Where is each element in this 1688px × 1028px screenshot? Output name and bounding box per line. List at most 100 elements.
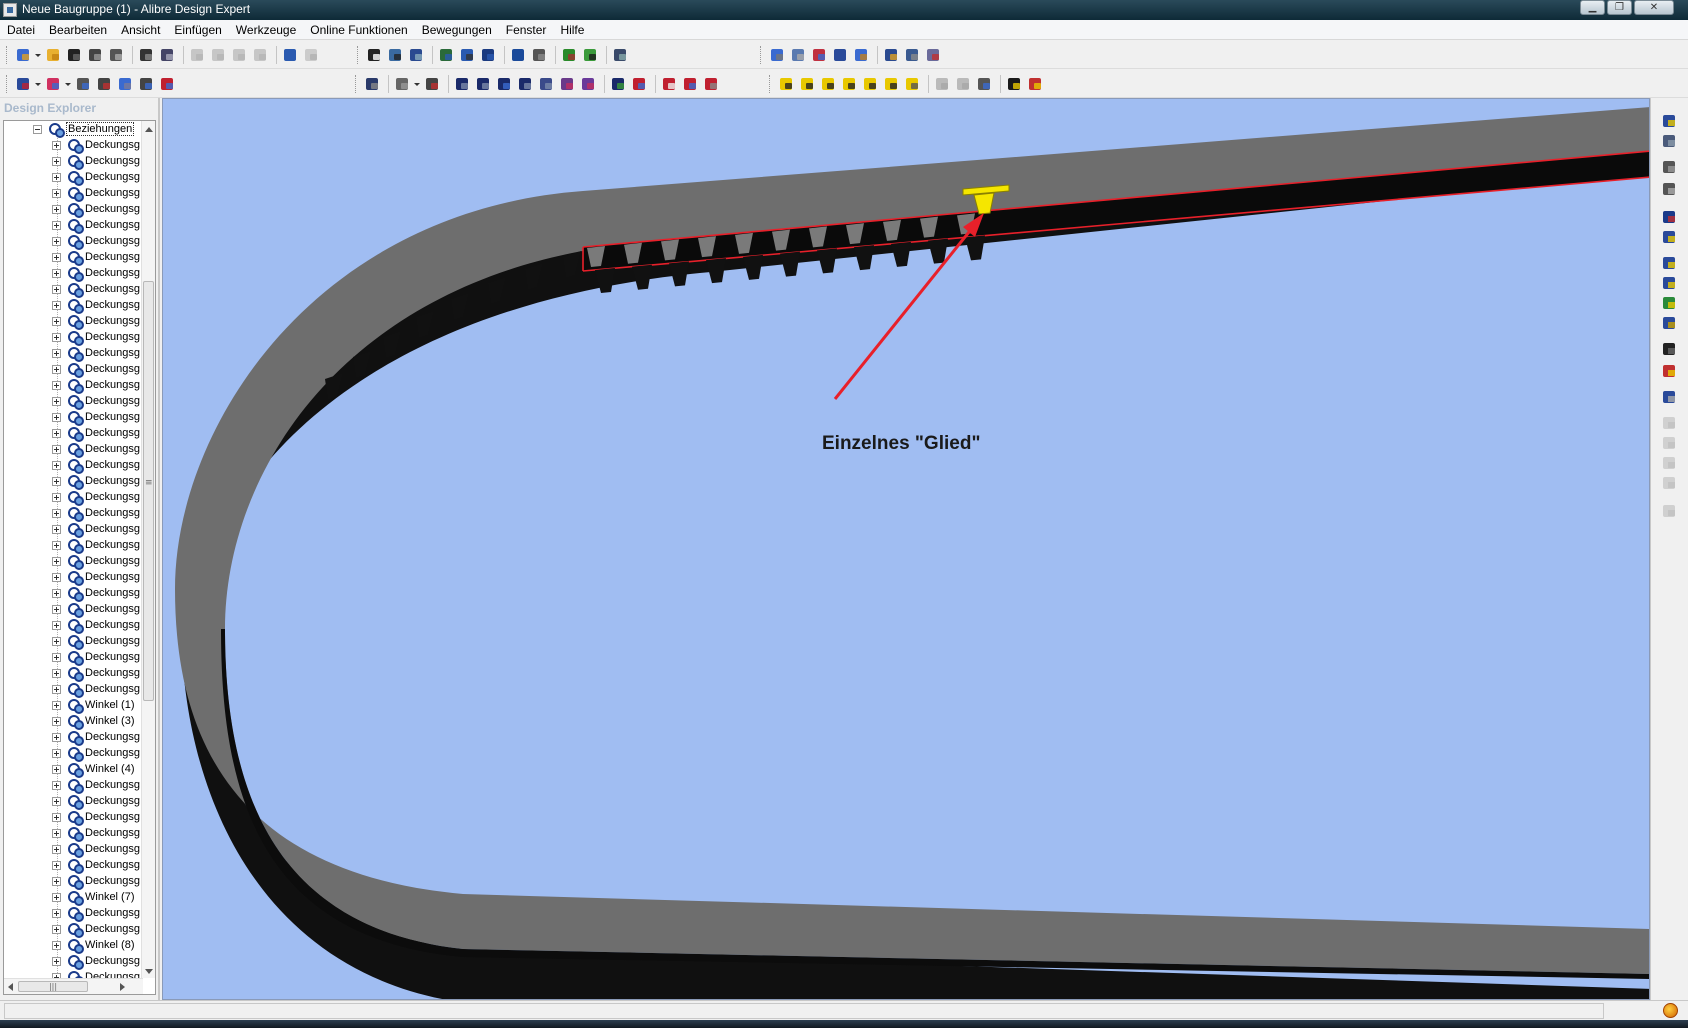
explode-icon[interactable] — [933, 75, 952, 93]
expand-icon[interactable] — [52, 812, 61, 822]
shading-dropdown-icon[interactable] — [414, 75, 420, 93]
tree-item[interactable]: Deckungsg — [4, 665, 141, 682]
tree-item[interactable]: Deckungsg — [4, 553, 141, 570]
expand-icon[interactable] — [52, 892, 61, 902]
3d-viewport[interactable]: Einzelnes "Glied" — [162, 98, 1650, 1000]
new-icon[interactable] — [14, 46, 33, 64]
assembly-icon[interactable] — [852, 46, 871, 64]
expand-icon[interactable] — [52, 860, 61, 870]
tree-item[interactable]: Deckungsg — [4, 345, 141, 362]
clear-constraints-icon[interactable] — [630, 75, 649, 93]
expand-icon[interactable] — [52, 796, 61, 806]
insert-dropdown-icon[interactable] — [65, 75, 71, 93]
expand-icon[interactable] — [52, 348, 61, 358]
measure-icon[interactable] — [560, 46, 579, 64]
tree-item[interactable]: Deckungsg — [4, 425, 141, 442]
expand-icon[interactable] — [52, 604, 61, 614]
expand-icon[interactable] — [52, 412, 61, 422]
expand-icon[interactable] — [52, 364, 61, 374]
tree-item[interactable]: Deckungsg — [4, 313, 141, 330]
tree-item[interactable]: Deckungsg — [4, 217, 141, 234]
add-part-3-icon[interactable] — [1660, 294, 1678, 312]
expand-icon[interactable] — [52, 940, 61, 950]
menu-einfuegen[interactable]: Einfügen — [167, 20, 228, 40]
tree-item[interactable]: Deckungsg — [4, 473, 141, 490]
menu-bewegungen[interactable]: Bewegungen — [415, 20, 499, 40]
view-back-icon[interactable] — [798, 75, 817, 93]
next-view-icon[interactable] — [530, 46, 549, 64]
delete-icon[interactable] — [251, 46, 270, 64]
tree-item[interactable]: Deckungsg — [4, 825, 141, 842]
sketch-icon[interactable] — [1005, 75, 1024, 93]
tree-item[interactable]: Deckungsg — [4, 409, 141, 426]
menu-hilfe[interactable]: Hilfe — [553, 20, 591, 40]
scroll-down-icon[interactable] — [145, 969, 153, 974]
tree-item[interactable]: Deckungsg — [4, 249, 141, 266]
expand-icon[interactable] — [52, 956, 61, 966]
expand-icon[interactable] — [52, 748, 61, 758]
tree-item[interactable]: Deckungsg — [4, 745, 141, 762]
insert-component-icon[interactable] — [1660, 112, 1678, 130]
assembly-tree-icon[interactable] — [1660, 208, 1678, 226]
equation-icon[interactable] — [1660, 340, 1678, 358]
view-left-icon[interactable] — [861, 75, 880, 93]
view-top-icon[interactable] — [819, 75, 838, 93]
tree-item[interactable]: Deckungsg — [4, 137, 141, 154]
tree-item[interactable]: Deckungsg — [4, 617, 141, 634]
animate-icon[interactable] — [975, 75, 994, 93]
tree-horizontal-scrollbar[interactable]: ||| — [4, 978, 143, 994]
view-iso-icon[interactable] — [903, 75, 922, 93]
insert-part-icon[interactable] — [44, 75, 63, 93]
motion-1-icon[interactable] — [1660, 414, 1678, 432]
part-icon[interactable] — [14, 75, 33, 93]
expand-icon[interactable] — [52, 508, 61, 518]
save-icon[interactable] — [65, 46, 84, 64]
expand-icon[interactable] — [52, 492, 61, 502]
point-icon[interactable] — [810, 46, 829, 64]
tree-item[interactable]: Deckungsg — [4, 809, 141, 826]
expand-icon[interactable] — [52, 700, 61, 710]
align-icon[interactable] — [903, 46, 922, 64]
close-icon[interactable]: ✕ — [1634, 0, 1674, 15]
tree-item[interactable]: Deckungsg — [4, 649, 141, 666]
add-part-2-icon[interactable] — [1660, 274, 1678, 292]
tree-item[interactable]: Deckungsg — [4, 537, 141, 554]
menu-bearbeiten[interactable]: Bearbeiten — [42, 20, 114, 40]
tree-item[interactable]: Deckungsg — [4, 441, 141, 458]
expand-icon[interactable] — [52, 620, 61, 630]
add-part-icon[interactable] — [1660, 254, 1678, 272]
snap-icon[interactable] — [581, 46, 600, 64]
tree-item[interactable]: Deckungsg — [4, 953, 141, 970]
collapse-icon[interactable] — [33, 124, 42, 134]
pattern-icon[interactable] — [116, 75, 135, 93]
expand-icon[interactable] — [52, 636, 61, 646]
tree-item[interactable]: Deckungsg — [4, 361, 141, 378]
zoom-fit-icon[interactable] — [479, 46, 498, 64]
check-constraints-icon[interactable] — [609, 75, 628, 93]
tree-item[interactable]: Deckungsg — [4, 905, 141, 922]
redo-icon[interactable] — [302, 46, 321, 64]
expand-icon[interactable] — [52, 652, 61, 662]
interference-icon[interactable] — [158, 75, 177, 93]
view-front-icon[interactable] — [777, 75, 796, 93]
expand-icon[interactable] — [52, 156, 61, 166]
drawing-icon[interactable] — [681, 75, 700, 93]
expand-icon[interactable] — [52, 204, 61, 214]
motion-3-icon[interactable] — [1660, 454, 1678, 472]
export-icon[interactable] — [107, 46, 126, 64]
tree-item[interactable]: Deckungsg — [4, 729, 141, 746]
motion-4-icon[interactable] — [1660, 474, 1678, 492]
cylinder-icon[interactable] — [1660, 180, 1678, 198]
tree-item[interactable]: Deckungsg — [4, 281, 141, 298]
expand-icon[interactable] — [52, 300, 61, 310]
hscroll-thumb[interactable]: ||| — [18, 981, 88, 992]
tree-item[interactable]: Deckungsg — [4, 185, 141, 202]
expand-icon[interactable] — [52, 668, 61, 678]
expand-icon[interactable] — [52, 524, 61, 534]
align-constraint-icon[interactable] — [474, 75, 493, 93]
orient-constraint-icon[interactable] — [495, 75, 514, 93]
expand-icon[interactable] — [52, 140, 61, 150]
tree-item[interactable]: Winkel (1) — [4, 697, 141, 714]
app-icon[interactable] — [3, 3, 17, 17]
motion-2-icon[interactable] — [1660, 434, 1678, 452]
